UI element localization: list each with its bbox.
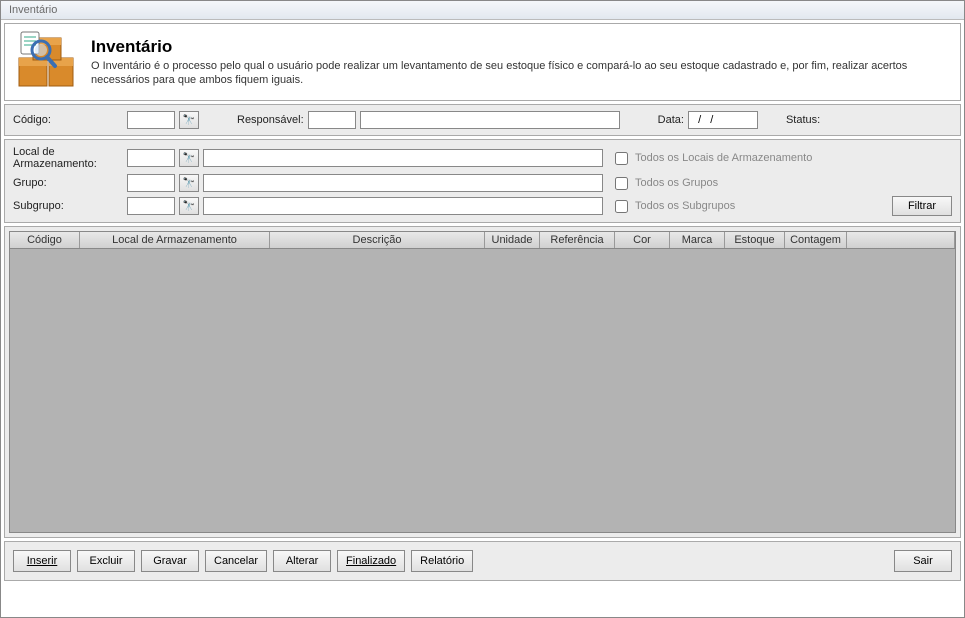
data-input[interactable] <box>688 111 758 129</box>
page-title: Inventário <box>91 37 950 57</box>
gravar-button[interactable]: Gravar <box>141 550 199 572</box>
excluir-button[interactable]: Excluir <box>77 550 135 572</box>
grupo-name-input[interactable] <box>203 174 603 192</box>
grupo-all-label: Todos os Grupos <box>635 177 718 189</box>
header-panel: Inventário O Inventário é o processo pel… <box>4 23 961 101</box>
subgrupo-code-input[interactable] <box>127 197 175 215</box>
inventory-grid[interactable]: CódigoLocal de ArmazenamentoDescriçãoUni… <box>9 231 956 533</box>
bottom-action-bar: Inserir Excluir Gravar Cancelar Alterar … <box>4 541 961 581</box>
local-all-label: Todos os Locais de Armazenamento <box>635 152 812 164</box>
local-label: Local de Armazenamento: <box>13 146 123 170</box>
codigo-input[interactable] <box>127 111 175 129</box>
binoculars-icon: 🔭 <box>183 115 195 126</box>
responsavel-name-input[interactable] <box>360 111 620 129</box>
column-header[interactable]: Estoque <box>725 232 785 248</box>
status-label: Status: <box>786 114 820 126</box>
responsavel-label: Responsável: <box>237 114 304 126</box>
filter-panel-top: Código: 🔭 Responsável: Data: Status: <box>4 104 961 136</box>
column-header[interactable]: Cor <box>615 232 670 248</box>
local-code-input[interactable] <box>127 149 175 167</box>
column-header-spacer <box>847 232 955 248</box>
window-titlebar: Inventário <box>1 1 964 20</box>
window-title: Inventário <box>9 4 57 16</box>
filtrar-button[interactable]: Filtrar <box>892 196 952 216</box>
inventory-window: Inventário Inventário O Inventário <box>0 0 965 618</box>
column-header[interactable]: Contagem <box>785 232 847 248</box>
binoculars-icon: 🔭 <box>183 178 195 189</box>
grupo-search-button[interactable]: 🔭 <box>179 174 199 192</box>
filter-panel-main: Local de Armazenamento: 🔭 Todos os Locai… <box>4 139 961 223</box>
column-header[interactable]: Local de Armazenamento <box>80 232 270 248</box>
binoculars-icon: 🔭 <box>183 201 195 212</box>
responsavel-code-input[interactable] <box>308 111 356 129</box>
alterar-button[interactable]: Alterar <box>273 550 331 572</box>
column-header[interactable]: Marca <box>670 232 725 248</box>
column-header[interactable]: Unidade <box>485 232 540 248</box>
codigo-search-button[interactable]: 🔭 <box>179 111 199 129</box>
subgrupo-name-input[interactable] <box>203 197 603 215</box>
local-search-button[interactable]: 🔭 <box>179 149 199 167</box>
cancelar-button[interactable]: Cancelar <box>205 550 267 572</box>
grupo-code-input[interactable] <box>127 174 175 192</box>
codigo-label: Código: <box>13 114 123 126</box>
grid-header-row: CódigoLocal de ArmazenamentoDescriçãoUni… <box>10 232 955 249</box>
column-header[interactable]: Código <box>10 232 80 248</box>
local-all-checkbox[interactable] <box>615 152 628 165</box>
subgrupo-search-button[interactable]: 🔭 <box>179 197 199 215</box>
grupo-label: Grupo: <box>13 177 123 189</box>
data-label: Data: <box>658 114 684 126</box>
subgrupo-all-checkbox[interactable] <box>615 200 628 213</box>
sair-button[interactable]: Sair <box>894 550 952 572</box>
grupo-all-checkbox[interactable] <box>615 177 628 190</box>
column-header[interactable]: Descrição <box>270 232 485 248</box>
subgrupo-all-label: Todos os Subgrupos <box>635 200 735 212</box>
grid-panel: CódigoLocal de ArmazenamentoDescriçãoUni… <box>4 226 961 538</box>
page-description: O Inventário é o processo pelo qual o us… <box>91 59 950 88</box>
subgrupo-label: Subgrupo: <box>13 200 123 212</box>
finalizado-button[interactable]: Finalizado <box>337 550 405 572</box>
relatorio-button[interactable]: Relatório <box>411 550 473 572</box>
inventory-icon <box>15 30 79 94</box>
column-header[interactable]: Referência <box>540 232 615 248</box>
inserir-button[interactable]: Inserir <box>13 550 71 572</box>
local-name-input[interactable] <box>203 149 603 167</box>
binoculars-icon: 🔭 <box>183 153 195 164</box>
